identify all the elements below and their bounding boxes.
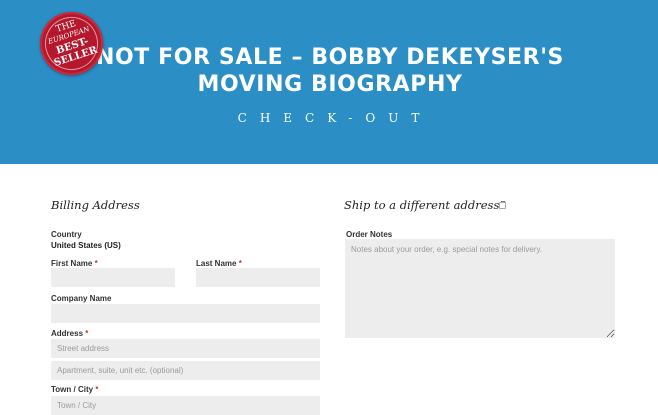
page-title: NOT FOR SALE – BOBBY DEKEYSER'S MOVING B…: [95, 45, 565, 97]
page-subtitle: CHECK-OUT: [237, 111, 433, 125]
order-notes-label: Order Notes: [346, 230, 393, 239]
company-label: Company Name: [51, 294, 112, 303]
ship-different-checkbox[interactable]: [499, 202, 506, 209]
first-name-label: First Name *: [51, 259, 98, 268]
required-marker: *: [95, 385, 99, 394]
required-marker: *: [238, 259, 242, 268]
city-label: Town / City *: [51, 385, 98, 394]
company-field[interactable]: [51, 304, 320, 323]
city-label-text: Town / City: [51, 385, 94, 394]
address-label: Address *: [51, 329, 88, 338]
last-name-label: Last Name *: [196, 259, 242, 268]
required-marker: *: [94, 259, 98, 268]
city-field[interactable]: [51, 396, 320, 415]
required-marker: *: [85, 329, 89, 338]
country-select[interactable]: United States (US): [51, 241, 121, 250]
ship-different-heading: Ship to a different address?: [344, 198, 506, 212]
street-address-field[interactable]: [51, 339, 320, 358]
last-name-label-text: Last Name: [196, 259, 237, 268]
first-name-label-text: First Name: [51, 259, 93, 268]
first-name-field[interactable]: [51, 268, 175, 287]
order-notes-field[interactable]: [345, 239, 615, 338]
last-name-field[interactable]: [196, 268, 320, 287]
country-label: Country: [51, 230, 82, 239]
address-label-text: Address: [51, 329, 84, 338]
billing-heading: Billing Address: [51, 198, 140, 212]
apartment-field[interactable]: [51, 361, 320, 380]
